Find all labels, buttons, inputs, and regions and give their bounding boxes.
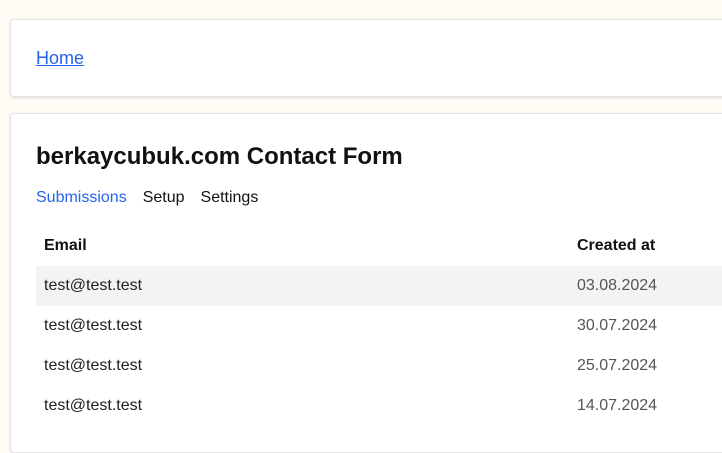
submissions-table: Email Created at test@test.test 03.08.20… <box>36 226 722 426</box>
home-link[interactable]: Home <box>36 48 84 69</box>
page-title: berkaycubuk.com Contact Form <box>36 143 403 170</box>
table-row[interactable]: test@test.test 14.07.2024 <box>36 386 722 426</box>
created-at-cell: 14.07.2024 <box>577 397 658 414</box>
table-row[interactable]: test@test.test 30.07.2024 <box>36 306 722 346</box>
nav-card: Home <box>10 19 722 97</box>
created-at-cell: 03.08.2024 <box>577 277 658 294</box>
tab-submissions[interactable]: Submissions <box>36 189 127 207</box>
created-at-cell: 30.07.2024 <box>577 317 658 334</box>
email-cell: test@test.test <box>44 277 143 294</box>
email-cell: test@test.test <box>44 357 143 374</box>
tab-bar: Submissions Setup Settings <box>36 189 274 207</box>
table-header-row: Email Created at <box>36 226 722 266</box>
email-cell: test@test.test <box>44 397 143 414</box>
tab-setup[interactable]: Setup <box>143 189 185 207</box>
column-header-email: Email <box>44 237 87 254</box>
main-card: berkaycubuk.com Contact Form Submissions… <box>10 113 722 453</box>
tab-settings[interactable]: Settings <box>201 189 259 207</box>
table-row[interactable]: test@test.test 25.07.2024 <box>36 346 722 386</box>
column-header-created-at: Created at <box>577 237 656 254</box>
table-row[interactable]: test@test.test 03.08.2024 <box>36 266 722 306</box>
created-at-cell: 25.07.2024 <box>577 357 658 374</box>
email-cell: test@test.test <box>44 317 143 334</box>
